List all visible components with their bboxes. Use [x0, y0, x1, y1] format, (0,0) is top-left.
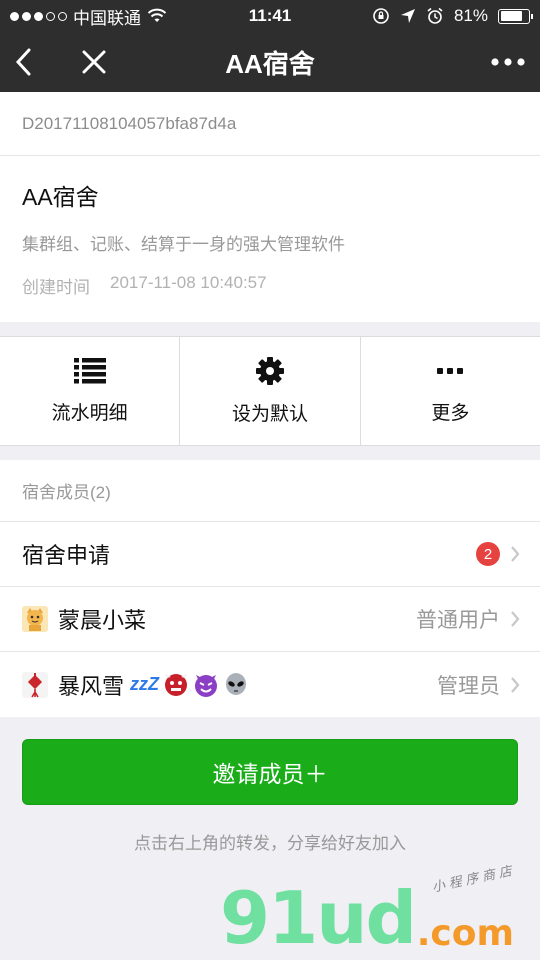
watermark: 91ud .com 小程序商店 — [220, 862, 520, 960]
member-row[interactable]: 暴风雪 zzZ 管理员 — [0, 652, 540, 717]
invite-section: 邀请成员＋ 点击右上角的转发，分享给好友加入 — [0, 717, 540, 854]
member-name: 蒙晨小菜 — [58, 608, 147, 633]
goblin-mask-icon — [165, 673, 188, 696]
wifi-icon — [147, 8, 167, 22]
chinese-knot-avatar-icon — [22, 671, 48, 698]
watermark-logo: 91ud — [220, 876, 417, 960]
dorm-id: D20171108104057bfa87d4a — [0, 92, 540, 156]
sleeping-zzz: zzZ — [130, 674, 160, 694]
member-name: 暴风雪 — [58, 673, 125, 699]
more-dots-icon — [437, 367, 464, 374]
row-right: 2 — [476, 542, 520, 566]
action-label: 流水明细 — [51, 402, 128, 424]
watermark-domain: .com — [416, 913, 514, 954]
action-label: 设为默认 — [231, 403, 308, 425]
status-bar: 中国联通 11:41 81% — [0, 0, 540, 32]
smiling-devil-icon — [195, 674, 218, 697]
action-set-default[interactable]: 设为默认 — [180, 337, 361, 445]
chevron-right-icon — [511, 546, 520, 562]
more-button[interactable] — [486, 40, 530, 84]
created-label: 创建时间 — [22, 278, 90, 297]
gear-icon — [255, 356, 284, 385]
location-icon — [400, 9, 415, 23]
action-label: 更多 — [431, 402, 470, 424]
action-transactions[interactable]: 流水明细 — [0, 337, 181, 445]
row-right: 普通用户 — [416, 604, 520, 634]
avatar — [22, 671, 48, 698]
created-value: 2017-11-08 10:40:57 — [110, 273, 267, 292]
dorm-info-card: D20171108104057bfa87d4a AA宿舍 集群组、记账、结算于一… — [0, 92, 540, 322]
action-grid: 流水明细 设为默认 更多 — [0, 336, 540, 446]
alien-icon — [226, 672, 247, 695]
dorm-info: AA宿舍 集群组、记账、结算于一身的强大管理软件 创建时间 2017-11-08… — [0, 156, 540, 322]
invite-member-button[interactable]: 邀请成员＋ — [22, 739, 518, 805]
carrier-name: 中国联通 — [73, 8, 141, 28]
chevron-right-icon — [511, 611, 520, 627]
cat-avatar-icon — [22, 606, 48, 632]
action-more[interactable]: 更多 — [361, 337, 540, 445]
list-icon — [73, 357, 106, 383]
watermark-tagline: 小程序商店 — [430, 862, 517, 895]
avatar — [22, 606, 48, 632]
dorm-description: 集群组、记账、结算于一身的强大管理软件 — [22, 235, 345, 254]
name-emojis: zzZ — [130, 672, 249, 698]
battery-fill — [500, 11, 523, 21]
application-label: 宿舍申请 — [22, 543, 111, 568]
nav-bar: AA宿舍 — [0, 32, 540, 92]
alarm-icon — [427, 7, 443, 24]
chevron-left-icon — [15, 48, 31, 76]
dorm-created: 创建时间 2017-11-08 10:40:57 — [22, 273, 518, 298]
invite-hint: 点击右上角的转发，分享给好友加入 — [134, 834, 406, 853]
status-left: 中国联通 — [10, 4, 167, 29]
close-icon — [82, 50, 106, 74]
row-right: 管理员 — [437, 670, 520, 700]
orientation-lock-icon — [373, 8, 389, 24]
members-section: 宿舍成员(2) 宿舍申请 2 蒙晨小菜 普通用户 暴风雪 zzZ 管理员 — [0, 460, 540, 717]
signal-icon — [10, 11, 67, 21]
more-dots-icon — [491, 58, 525, 66]
back-button[interactable] — [2, 40, 46, 84]
members-header: 宿舍成员(2) — [0, 460, 540, 522]
battery-percent: 81% — [453, 6, 488, 25]
notification-badge: 2 — [476, 542, 500, 566]
battery-icon — [498, 8, 533, 24]
member-role: 管理员 — [437, 674, 500, 698]
chevron-right-icon — [511, 676, 520, 693]
member-role: 普通用户 — [416, 609, 500, 632]
dorm-name: AA宿舍 — [22, 184, 99, 210]
member-row[interactable]: 蒙晨小菜 普通用户 — [0, 587, 540, 652]
status-right: 81% — [372, 6, 533, 26]
dorm-application-row[interactable]: 宿舍申请 2 — [0, 522, 540, 587]
close-button[interactable] — [72, 40, 116, 84]
